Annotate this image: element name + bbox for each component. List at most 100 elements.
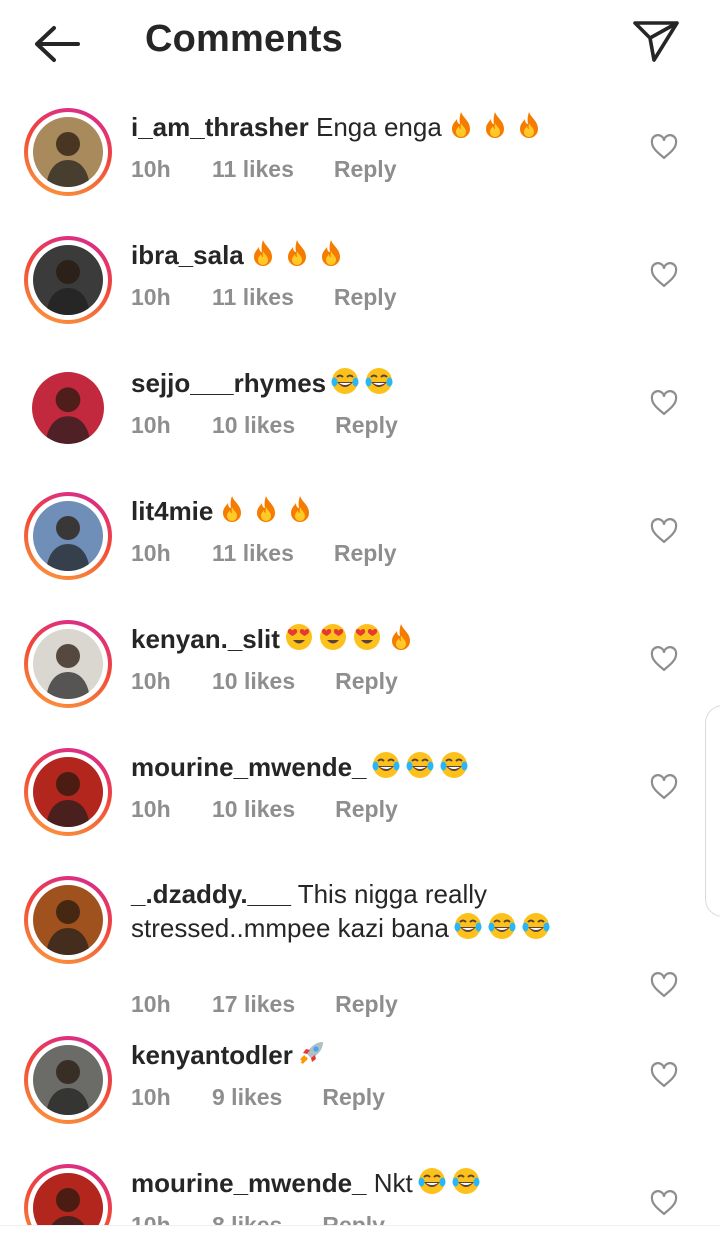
reply-button[interactable]: Reply — [322, 1084, 385, 1111]
comment-item: kenyantodler 10h 9 likes Reply — [0, 1026, 720, 1154]
comment-username[interactable]: i_am_thrasher — [131, 112, 309, 142]
reply-button[interactable]: Reply — [322, 1212, 385, 1225]
like-heart-icon[interactable] — [650, 1062, 678, 1088]
joy-emoji-icon — [487, 911, 517, 949]
reply-button[interactable]: Reply — [335, 412, 398, 439]
joy-emoji-icon — [439, 750, 469, 788]
comment-username[interactable]: sejjo___rhymes — [131, 368, 326, 398]
comment-item: _.dzaddy.___ This nigga really stressed.… — [0, 866, 720, 1017]
comment-time: 10h — [131, 540, 171, 566]
comments-list[interactable]: i_am_thrasher Enga enga 10h 11 likes Reply i… — [0, 98, 720, 1225]
joy-emoji-icon — [453, 911, 483, 949]
fire-emoji-icon — [386, 622, 416, 660]
comment-item: i_am_thrasher Enga enga 10h 11 likes Reply — [0, 98, 720, 226]
like-heart-icon[interactable] — [650, 646, 678, 672]
comment-username[interactable]: _.dzaddy.___ — [131, 879, 291, 909]
comment-meta: 10h 10 likes Reply — [131, 668, 398, 695]
avatar[interactable] — [33, 885, 103, 955]
reply-button[interactable]: Reply — [335, 668, 398, 695]
avatar[interactable] — [33, 629, 103, 699]
fire-emoji-icon — [282, 238, 312, 276]
like-heart-icon[interactable] — [650, 518, 678, 544]
comment-likes[interactable]: 10 likes — [212, 668, 295, 695]
comment-username[interactable]: kenyan._slit — [131, 624, 280, 654]
back-arrow-icon[interactable] — [30, 22, 82, 66]
comment-text: _.dzaddy.___ This nigga really stressed.… — [131, 878, 611, 949]
comment-text: kenyantodler — [131, 1038, 611, 1076]
reply-button[interactable]: Reply — [334, 284, 397, 311]
comment-likes[interactable]: 10 likes — [212, 412, 295, 439]
fire-emoji-icon — [316, 238, 346, 276]
comment-time: 10h — [131, 1212, 171, 1225]
comment-likes[interactable]: 9 likes — [212, 1084, 282, 1111]
joy-emoji-icon — [371, 750, 401, 788]
direct-message-icon[interactable] — [630, 18, 682, 64]
comment-item: mourine_mwende_ 10h 10 likes Reply — [0, 738, 720, 866]
joy-emoji-icon — [451, 1166, 481, 1204]
comment-time: 10h — [131, 991, 171, 1017]
avatar-story-ring[interactable] — [24, 876, 112, 964]
like-heart-icon[interactable] — [650, 972, 678, 998]
comment-time: 10h — [131, 1084, 171, 1110]
reply-button[interactable]: Reply — [334, 540, 397, 567]
avatar[interactable] — [33, 501, 103, 571]
avatar[interactable] — [33, 1173, 103, 1225]
fire-emoji-icon — [480, 110, 510, 148]
comment-username[interactable]: mourine_mwende_ — [131, 752, 367, 782]
joy-emoji-icon — [405, 750, 435, 788]
avatar-story-ring[interactable] — [24, 236, 112, 324]
comment-likes[interactable]: 11 likes — [212, 156, 294, 183]
comment-meta: 10h 10 likes Reply — [131, 796, 398, 823]
page-title: Comments — [145, 18, 343, 60]
top-bar: Comments — [0, 0, 720, 90]
comment-likes[interactable]: 17 likes — [212, 991, 295, 1018]
reply-button[interactable]: Reply — [335, 991, 398, 1018]
avatar-story-ring[interactable] — [24, 492, 112, 580]
joy-emoji-icon — [417, 1166, 447, 1204]
comment-likes[interactable]: 10 likes — [212, 796, 295, 823]
like-heart-icon[interactable] — [650, 262, 678, 288]
comment-username[interactable]: ibra_sala — [131, 240, 244, 270]
like-heart-icon[interactable] — [650, 134, 678, 160]
comment-time: 10h — [131, 796, 171, 822]
comment-meta: 10h 8 likes Reply — [131, 1212, 385, 1225]
side-scroll-handle[interactable] — [705, 705, 720, 917]
avatar-story-ring[interactable] — [24, 1164, 112, 1225]
like-heart-icon[interactable] — [650, 1190, 678, 1216]
avatar[interactable] — [33, 117, 103, 187]
avatar-story-ring[interactable] — [24, 108, 112, 196]
comment-text: mourine_mwende_ — [131, 750, 611, 788]
avatar[interactable] — [33, 245, 103, 315]
comment-likes[interactable]: 8 likes — [212, 1212, 282, 1225]
comment-likes[interactable]: 11 likes — [212, 540, 294, 567]
heart-eyes-emoji-icon — [318, 622, 348, 660]
like-heart-icon[interactable] — [650, 390, 678, 416]
comment-likes[interactable]: 11 likes — [212, 284, 294, 311]
bottom-edge — [0, 1225, 720, 1236]
fire-emoji-icon — [446, 110, 476, 148]
reply-button[interactable]: Reply — [334, 156, 397, 183]
comment-text: lit4mie — [131, 494, 611, 532]
comment-item: mourine_mwende_ Nkt 10h 8 likes Reply — [0, 1154, 720, 1225]
reply-button[interactable]: Reply — [335, 796, 398, 823]
comment-text: ibra_sala — [131, 238, 611, 276]
avatar[interactable] — [33, 757, 103, 827]
avatar[interactable] — [32, 372, 104, 444]
like-heart-icon[interactable] — [650, 774, 678, 800]
comment-username[interactable]: mourine_mwende_ — [131, 1168, 367, 1198]
avatar-story-ring[interactable] — [24, 748, 112, 836]
comment-body: Enga enga — [316, 112, 442, 142]
heart-eyes-emoji-icon — [352, 622, 382, 660]
comment-time: 10h — [131, 668, 171, 694]
comment-text: sejjo___rhymes — [131, 366, 611, 404]
avatar-story-ring[interactable] — [24, 620, 112, 708]
comment-item: sejjo___rhymes 10h 10 likes Reply — [0, 354, 720, 482]
fire-emoji-icon — [514, 110, 544, 148]
joy-emoji-icon — [521, 911, 551, 949]
avatar[interactable] — [33, 1045, 103, 1115]
comment-username[interactable]: kenyantodler — [131, 1040, 293, 1070]
avatar-story-ring[interactable] — [24, 1036, 112, 1124]
comment-username[interactable]: lit4mie — [131, 496, 213, 526]
comment-meta: 10h 11 likes Reply — [131, 540, 397, 567]
comment-text: kenyan._slit — [131, 622, 611, 660]
